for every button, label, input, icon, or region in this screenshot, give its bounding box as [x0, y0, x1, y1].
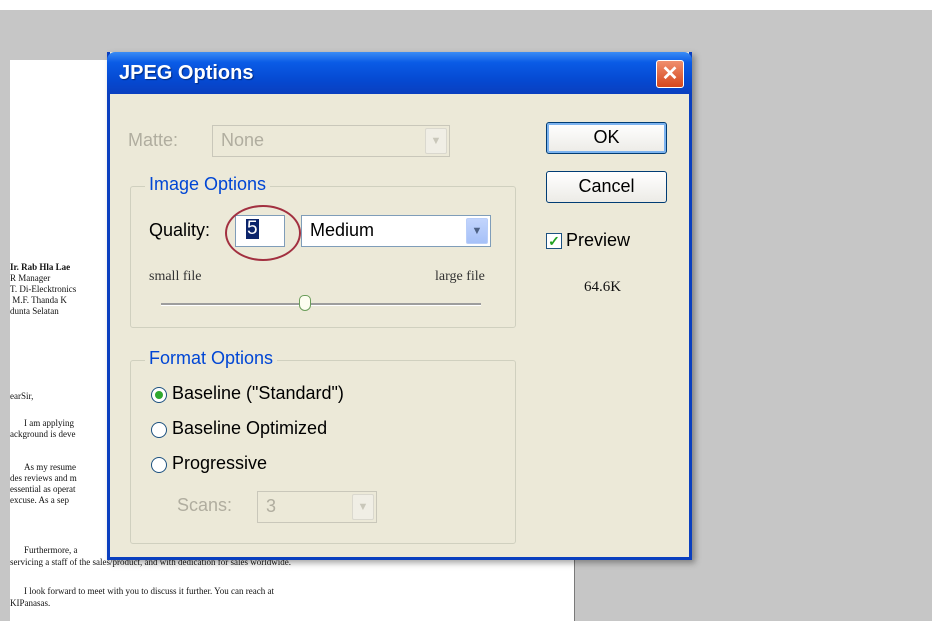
doc-line: I look forward to meet with you to discu…: [24, 586, 274, 596]
doc-line: M.F. Thanda K: [10, 295, 67, 305]
chevron-down-icon: ▼: [466, 218, 488, 244]
jpeg-options-dialog: JPEG Options ✕ Matte: None ▼ OK Cancel ✓…: [107, 52, 692, 560]
image-options-title: Image Options: [145, 174, 271, 195]
doc-line: T. Di-Elecktronics: [10, 284, 77, 294]
close-icon: ✕: [661, 63, 679, 85]
preview-checkbox[interactable]: ✓: [546, 233, 562, 249]
close-button[interactable]: ✕: [656, 60, 684, 88]
quality-preset-value: Medium: [310, 220, 375, 240]
option-progressive-label: Progressive: [172, 453, 268, 473]
file-size: 64.6K: [584, 279, 622, 295]
format-options-group: Format Options Baseline ("Standard") Bas…: [130, 348, 516, 544]
radio-progressive[interactable]: [151, 457, 167, 473]
radio-baseline-optimized[interactable]: [151, 422, 167, 438]
highlight-annotation: [225, 205, 301, 261]
image-options-group: Image Options Quality: 5 Medium ▼ small …: [130, 174, 516, 328]
radio-baseline-standard[interactable]: [151, 387, 167, 403]
title-bar[interactable]: JPEG Options ✕: [107, 52, 692, 94]
doc-line: des reviews and m: [10, 473, 77, 483]
small-file-label: small file: [149, 269, 202, 284]
matte-value: None: [221, 130, 265, 150]
matte-dropdown[interactable]: None ▼: [212, 125, 450, 157]
doc-line: I am applying: [24, 418, 74, 428]
chevron-down-icon: ▼: [352, 494, 374, 520]
doc-line: essential as operat: [10, 484, 76, 494]
dialog-title: JPEG Options: [119, 62, 254, 84]
scans-value: 3: [266, 496, 277, 516]
doc-line: R Manager: [10, 273, 51, 283]
quality-preset-dropdown[interactable]: Medium ▼: [301, 215, 491, 247]
preview-label: Preview: [566, 230, 631, 250]
chevron-down-icon: ▼: [425, 128, 447, 154]
doc-line: KIPanasas.: [10, 598, 51, 608]
matte-label: Matte:: [128, 130, 179, 150]
doc-line: As my resume: [24, 462, 76, 472]
checkmark-icon: ✓: [548, 233, 560, 249]
cancel-button[interactable]: Cancel: [546, 171, 667, 203]
doc-line: Furthermore, a: [24, 545, 78, 555]
doc-line: dunta Selatan: [10, 306, 59, 316]
quality-slider-thumb[interactable]: [299, 295, 311, 311]
doc-line: excuse. As a sep: [10, 495, 69, 505]
quality-label: Quality:: [149, 220, 211, 240]
option-baseline-optimized-label: Baseline Optimized: [172, 418, 328, 438]
large-file-label: large file: [435, 269, 485, 284]
quality-slider-track[interactable]: [161, 303, 481, 306]
doc-line: earSir,: [10, 391, 34, 401]
doc-line: ackground is deve: [10, 429, 76, 439]
format-options-title: Format Options: [145, 348, 278, 369]
ok-button[interactable]: OK: [546, 122, 667, 154]
doc-line: Ir. Rab Hla Lae: [10, 262, 71, 272]
scans-dropdown[interactable]: 3 ▼: [257, 491, 377, 523]
option-baseline-standard-label: Baseline ("Standard"): [172, 383, 344, 403]
scans-label: Scans:: [177, 495, 233, 515]
